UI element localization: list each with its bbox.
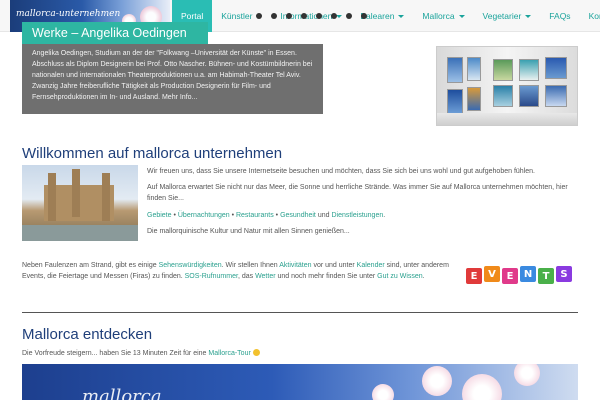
painting xyxy=(519,59,539,81)
smiley-icon xyxy=(252,349,260,356)
painting xyxy=(447,89,463,115)
cathedral-tower xyxy=(72,169,80,217)
text: vor und unter xyxy=(311,262,357,269)
blossom xyxy=(372,384,394,400)
nav-item-vegetarier[interactable]: Vegetarier xyxy=(474,0,541,32)
caret-down-icon xyxy=(525,14,532,18)
painting xyxy=(493,85,513,107)
gallery-floor xyxy=(437,113,577,125)
period: . xyxy=(383,212,386,219)
main-nav: Portal Künstler Informationen Balearen M… xyxy=(172,0,600,32)
painting xyxy=(467,87,481,111)
events-paragraph: Neben Faulenzen am Strand, gibt es einig… xyxy=(22,260,452,282)
painting xyxy=(519,85,539,107)
text: . Wir stellen Ihnen xyxy=(221,262,280,269)
cathedral-tower xyxy=(48,173,56,221)
text: und noch mehr finden Sie unter xyxy=(275,273,378,280)
caret-down-icon xyxy=(458,14,465,18)
welcome-paragraph: Die mallorquinische Kultur und Natur mit… xyxy=(147,228,350,235)
slider-dot[interactable] xyxy=(301,13,307,19)
hero-description: Angelika Oedingen, Studium an der der "F… xyxy=(22,44,323,114)
banner-text: mallorca xyxy=(82,386,162,400)
painting xyxy=(447,57,463,83)
painting xyxy=(467,57,481,81)
events-letter: N xyxy=(520,266,536,282)
cathedral-image xyxy=(22,165,138,241)
events-image[interactable]: E V E N T S xyxy=(462,262,578,302)
nav-item-mallorca[interactable]: Mallorca xyxy=(413,0,473,32)
caret-down-icon xyxy=(398,14,405,18)
events-letter: V xyxy=(484,266,500,282)
nav-label: Mallorca xyxy=(422,11,455,21)
link-uebernachtungen[interactable]: Übernachtungen xyxy=(178,212,230,219)
events-letter: T xyxy=(538,268,554,284)
welcome-paragraph: Wir freuen uns, dass Sie unsere Internet… xyxy=(147,168,535,175)
water xyxy=(22,225,138,241)
slider-dot[interactable] xyxy=(361,13,367,19)
nav-label: FAQs xyxy=(549,11,571,21)
nav-label: Kontakt xyxy=(588,11,600,21)
link-aktivitaeten[interactable]: Aktivitäten xyxy=(279,262,311,269)
nav-label: Vegetarier xyxy=(482,11,522,21)
welcome-paragraph: Auf Mallorca erwartet Sie nicht nur das … xyxy=(147,184,568,202)
link-gesundheit[interactable]: Gesundheit xyxy=(280,212,316,219)
nav-label: Künstler xyxy=(221,11,253,21)
slider-dot[interactable] xyxy=(286,13,292,19)
text: Die Vorfreude steigern... haben Sie 13 M… xyxy=(22,350,209,357)
blossom xyxy=(422,366,452,396)
link-kalender[interactable]: Kalender xyxy=(357,262,385,269)
link-dienstleistungen[interactable]: Dienstleistungen xyxy=(331,212,383,219)
slider-dot[interactable] xyxy=(271,13,277,19)
nav-item-kontakt[interactable]: Kontakt xyxy=(580,0,600,32)
logo-text: mallorca-unternehmen xyxy=(16,9,121,19)
slider-dot[interactable] xyxy=(316,13,322,19)
link-gut-zu-wissen[interactable]: Gut zu Wissen xyxy=(377,273,423,280)
gallery-image[interactable] xyxy=(436,46,578,126)
slider-dot[interactable] xyxy=(346,13,352,19)
blossom xyxy=(514,364,540,386)
events-letter: E xyxy=(466,268,482,284)
link-gebiete[interactable]: Gebiete xyxy=(147,212,172,219)
welcome-links: Gebiete • Übernachtungen • Restaurants •… xyxy=(147,210,578,221)
divider xyxy=(22,312,578,313)
mallorca-banner[interactable]: mallorca xyxy=(22,364,578,400)
text: , das xyxy=(237,273,256,280)
blossom xyxy=(462,374,502,400)
discover-heading: Mallorca entdecken xyxy=(22,326,153,343)
discover-paragraph: Die Vorfreude steigern... haben Sie 13 M… xyxy=(22,348,578,359)
painting xyxy=(545,57,567,79)
slider-dot[interactable] xyxy=(256,13,262,19)
link-restaurants[interactable]: Restaurants xyxy=(236,212,274,219)
link-sehenswuerdigkeiten[interactable]: Sehenswürdigkeiten xyxy=(159,262,222,269)
painting xyxy=(545,85,567,107)
welcome-heading: Willkommen auf mallorca unternehmen xyxy=(22,145,283,162)
events-letter: E xyxy=(502,268,518,284)
text: Neben Faulenzen am Strand, gibt es einig… xyxy=(22,262,159,269)
painting xyxy=(493,59,513,81)
text: . xyxy=(422,273,425,280)
conjunction: und xyxy=(315,212,332,219)
slider-dot[interactable] xyxy=(331,13,337,19)
slider-dots xyxy=(256,13,367,19)
link-sos-rufnummer[interactable]: SOS-Rufnummer xyxy=(185,273,238,280)
link-wetter[interactable]: Wetter xyxy=(255,273,276,280)
nav-item-faqs[interactable]: FAQs xyxy=(540,0,579,32)
hero-title[interactable]: Werke – Angelika Oedingen xyxy=(22,22,208,44)
events-letter: S xyxy=(556,266,572,282)
cathedral-tower xyxy=(102,173,110,221)
link-mallorca-tour[interactable]: Mallorca-Tour xyxy=(208,350,250,357)
nav-label: Portal xyxy=(181,11,204,21)
